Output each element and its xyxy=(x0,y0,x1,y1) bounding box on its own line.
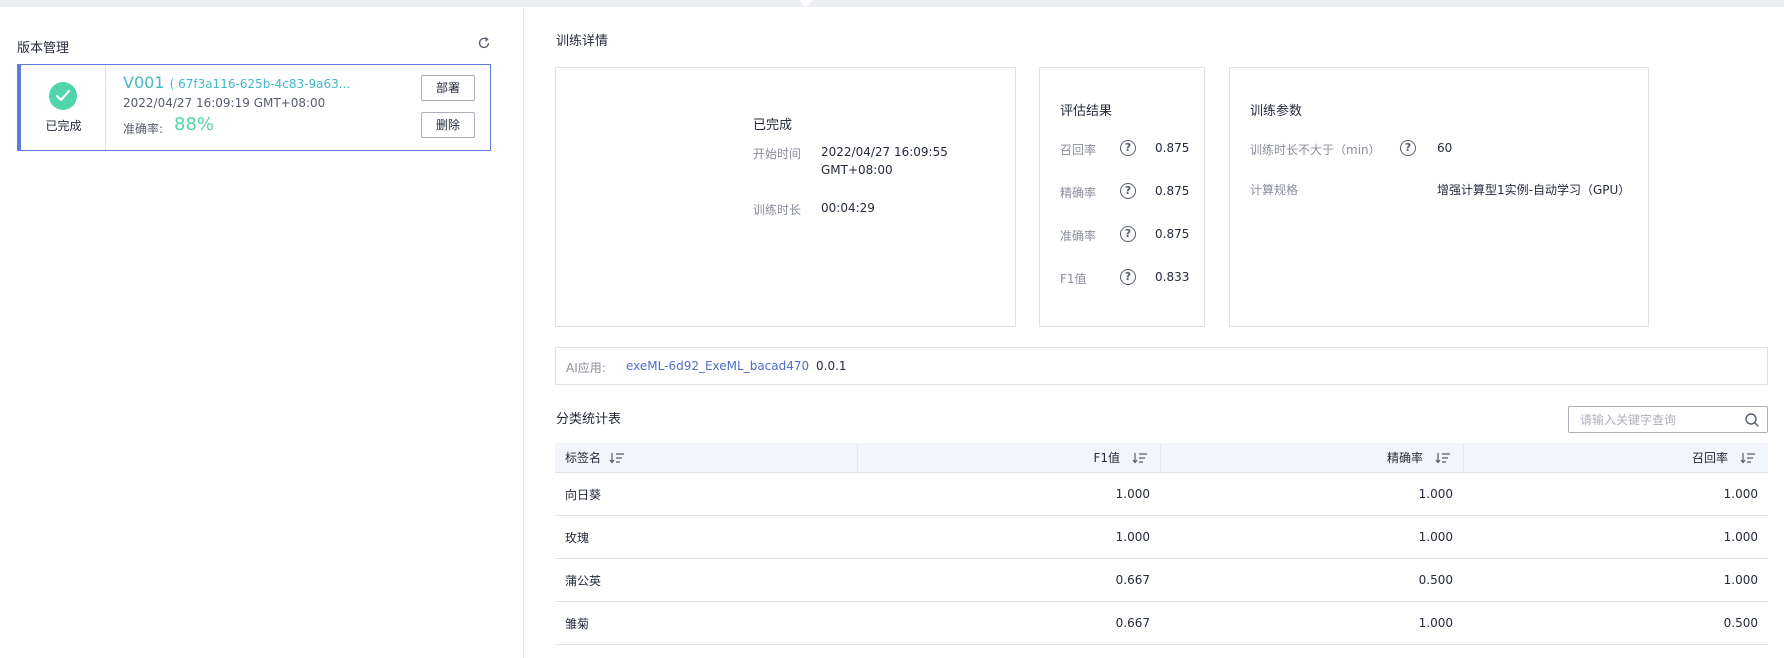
cell-recall: 0.500 xyxy=(1723,616,1758,630)
max-duration-label: 训练时长不大于（min） xyxy=(1250,143,1381,157)
ai-app-version: 0.0.1 xyxy=(816,359,847,373)
duration-label: 训练时长 xyxy=(753,203,802,217)
cell-label: 雏菊 xyxy=(565,616,590,631)
ai-app-bar: AI应用: exeML-6d92_ExeML_bacad470 0.0.1 xyxy=(555,347,1768,385)
cell-f1: 1.000 xyxy=(1115,487,1150,501)
help-icon[interactable]: ? xyxy=(1120,226,1136,242)
table-row: 蒲公英 0.667 0.500 1.000 xyxy=(555,559,1768,602)
table-row: 向日葵 1.000 1.000 1.000 xyxy=(555,473,1768,516)
panel-title: 版本管理 xyxy=(17,41,70,56)
version-created-time: 2022/04/27 16:09:19 GMT+08:00 xyxy=(123,96,326,110)
table-row: 雏菊 0.667 1.000 0.500 xyxy=(555,602,1768,645)
column-header-f1[interactable]: F1值 xyxy=(857,443,1160,472)
compute-spec-label: 计算规格 xyxy=(1250,183,1299,197)
accuracy-label: 准确率: xyxy=(123,122,164,136)
search-box xyxy=(1568,406,1768,433)
column-header-label[interactable]: 标签名 xyxy=(555,443,857,472)
deploy-button[interactable]: 部署 xyxy=(421,75,475,101)
accuracy-metric-label: 准确率 xyxy=(1060,229,1097,243)
job-id: ( 67f3a116-625b-4c83-9a63... xyxy=(169,77,351,91)
column-header-text: 召回率 xyxy=(1691,451,1728,465)
accuracy-value: 88% xyxy=(174,114,215,135)
start-time-value-line2: GMT+08:00 xyxy=(821,163,893,177)
start-time-value-line1: 2022/04/27 16:09:55 xyxy=(821,145,948,159)
table-header: 标签名 F1值 精确率 召回率 xyxy=(555,443,1768,473)
status-label: 已完成 xyxy=(45,119,82,133)
precision-value: 0.875 xyxy=(1155,184,1190,198)
help-icon[interactable]: ? xyxy=(1400,140,1416,156)
stats-table-title: 分类统计表 xyxy=(556,412,622,427)
f1-value: 0.833 xyxy=(1155,270,1190,284)
search-input[interactable] xyxy=(1569,407,1739,432)
version-name[interactable]: V001 ( 67f3a116-625b-4c83-9a63... xyxy=(123,73,350,92)
sort-icon[interactable] xyxy=(1740,452,1756,464)
precision-label: 精确率 xyxy=(1060,186,1097,200)
cell-f1: 0.667 xyxy=(1115,573,1150,587)
sort-icon[interactable] xyxy=(1435,452,1451,464)
cell-label: 蒲公英 xyxy=(565,573,602,588)
delete-button[interactable]: 删除 xyxy=(421,112,475,138)
cell-precision: 0.500 xyxy=(1418,573,1453,587)
cell-label: 向日葵 xyxy=(565,487,602,502)
training-status-box: 已完成 开始时间 2022/04/27 16:09:55 GMT+08:00 训… xyxy=(555,67,1016,327)
column-header-text: 精确率 xyxy=(1386,451,1423,465)
cell-precision: 1.000 xyxy=(1418,487,1453,501)
cell-f1: 1.000 xyxy=(1115,530,1150,544)
column-header-precision[interactable]: 精确率 xyxy=(1160,443,1463,472)
sort-icon[interactable] xyxy=(1132,452,1148,464)
ai-app-label: AI应用: xyxy=(566,361,606,375)
ai-app-link[interactable]: exeML-6d92_ExeML_bacad470 xyxy=(626,359,809,373)
cell-f1: 0.667 xyxy=(1115,616,1150,630)
sort-icon[interactable] xyxy=(609,452,625,464)
search-icon[interactable] xyxy=(1744,412,1760,428)
cell-recall: 1.000 xyxy=(1723,487,1758,501)
version-number: V001 xyxy=(123,73,165,92)
column-header-recall[interactable]: 召回率 xyxy=(1463,443,1768,472)
evaluation-results-box: 评估结果 召回率 ? 0.875 精确率 ? 0.875 准确率 ? 0.875… xyxy=(1039,67,1205,327)
training-details-title: 训练详情 xyxy=(556,34,609,49)
table-row: 玫瑰 1.000 1.000 1.000 xyxy=(555,516,1768,559)
f1-label: F1值 xyxy=(1060,272,1087,286)
cell-label: 玫瑰 xyxy=(565,530,590,545)
cell-precision: 1.000 xyxy=(1418,530,1453,544)
help-icon[interactable]: ? xyxy=(1120,269,1136,285)
version-card[interactable]: 已完成 V001 ( 67f3a116-625b-4c83-9a63... 20… xyxy=(17,64,491,151)
training-status: 已完成 xyxy=(753,118,793,133)
accuracy-metric-value: 0.875 xyxy=(1155,227,1190,241)
version-status: 已完成 xyxy=(21,65,106,150)
duration-value: 00:04:29 xyxy=(821,201,875,215)
cell-recall: 1.000 xyxy=(1723,573,1758,587)
stats-table: 标签名 F1值 精确率 召回率 向日葵 1.000 1.000 1.000 玫瑰… xyxy=(555,443,1768,645)
cell-recall: 1.000 xyxy=(1723,530,1758,544)
recall-value: 0.875 xyxy=(1155,141,1190,155)
start-time-label: 开始时间 xyxy=(753,147,802,161)
version-panel: 版本管理 已完成 V001 ( 67f3a116-625b-4c83-9a63.… xyxy=(0,7,524,658)
cell-precision: 1.000 xyxy=(1418,616,1453,630)
top-bar-notch xyxy=(799,0,813,7)
compute-spec-value: 增强计算型1实例-自动学习（GPU） xyxy=(1437,183,1631,197)
check-circle-icon xyxy=(49,82,77,110)
evaluation-title: 评估结果 xyxy=(1060,104,1113,119)
recall-label: 召回率 xyxy=(1060,143,1097,157)
column-header-text: 标签名 xyxy=(565,451,602,465)
help-icon[interactable]: ? xyxy=(1120,140,1136,156)
max-duration-value: 60 xyxy=(1437,141,1453,155)
help-icon[interactable]: ? xyxy=(1120,183,1136,199)
column-header-text: F1值 xyxy=(1093,451,1120,465)
refresh-icon[interactable] xyxy=(477,36,491,50)
top-bar xyxy=(0,0,1784,7)
training-params-box: 训练参数 训练时长不大于（min） ? 60 计算规格 增强计算型1实例-自动学… xyxy=(1229,67,1649,327)
params-title: 训练参数 xyxy=(1250,104,1303,119)
